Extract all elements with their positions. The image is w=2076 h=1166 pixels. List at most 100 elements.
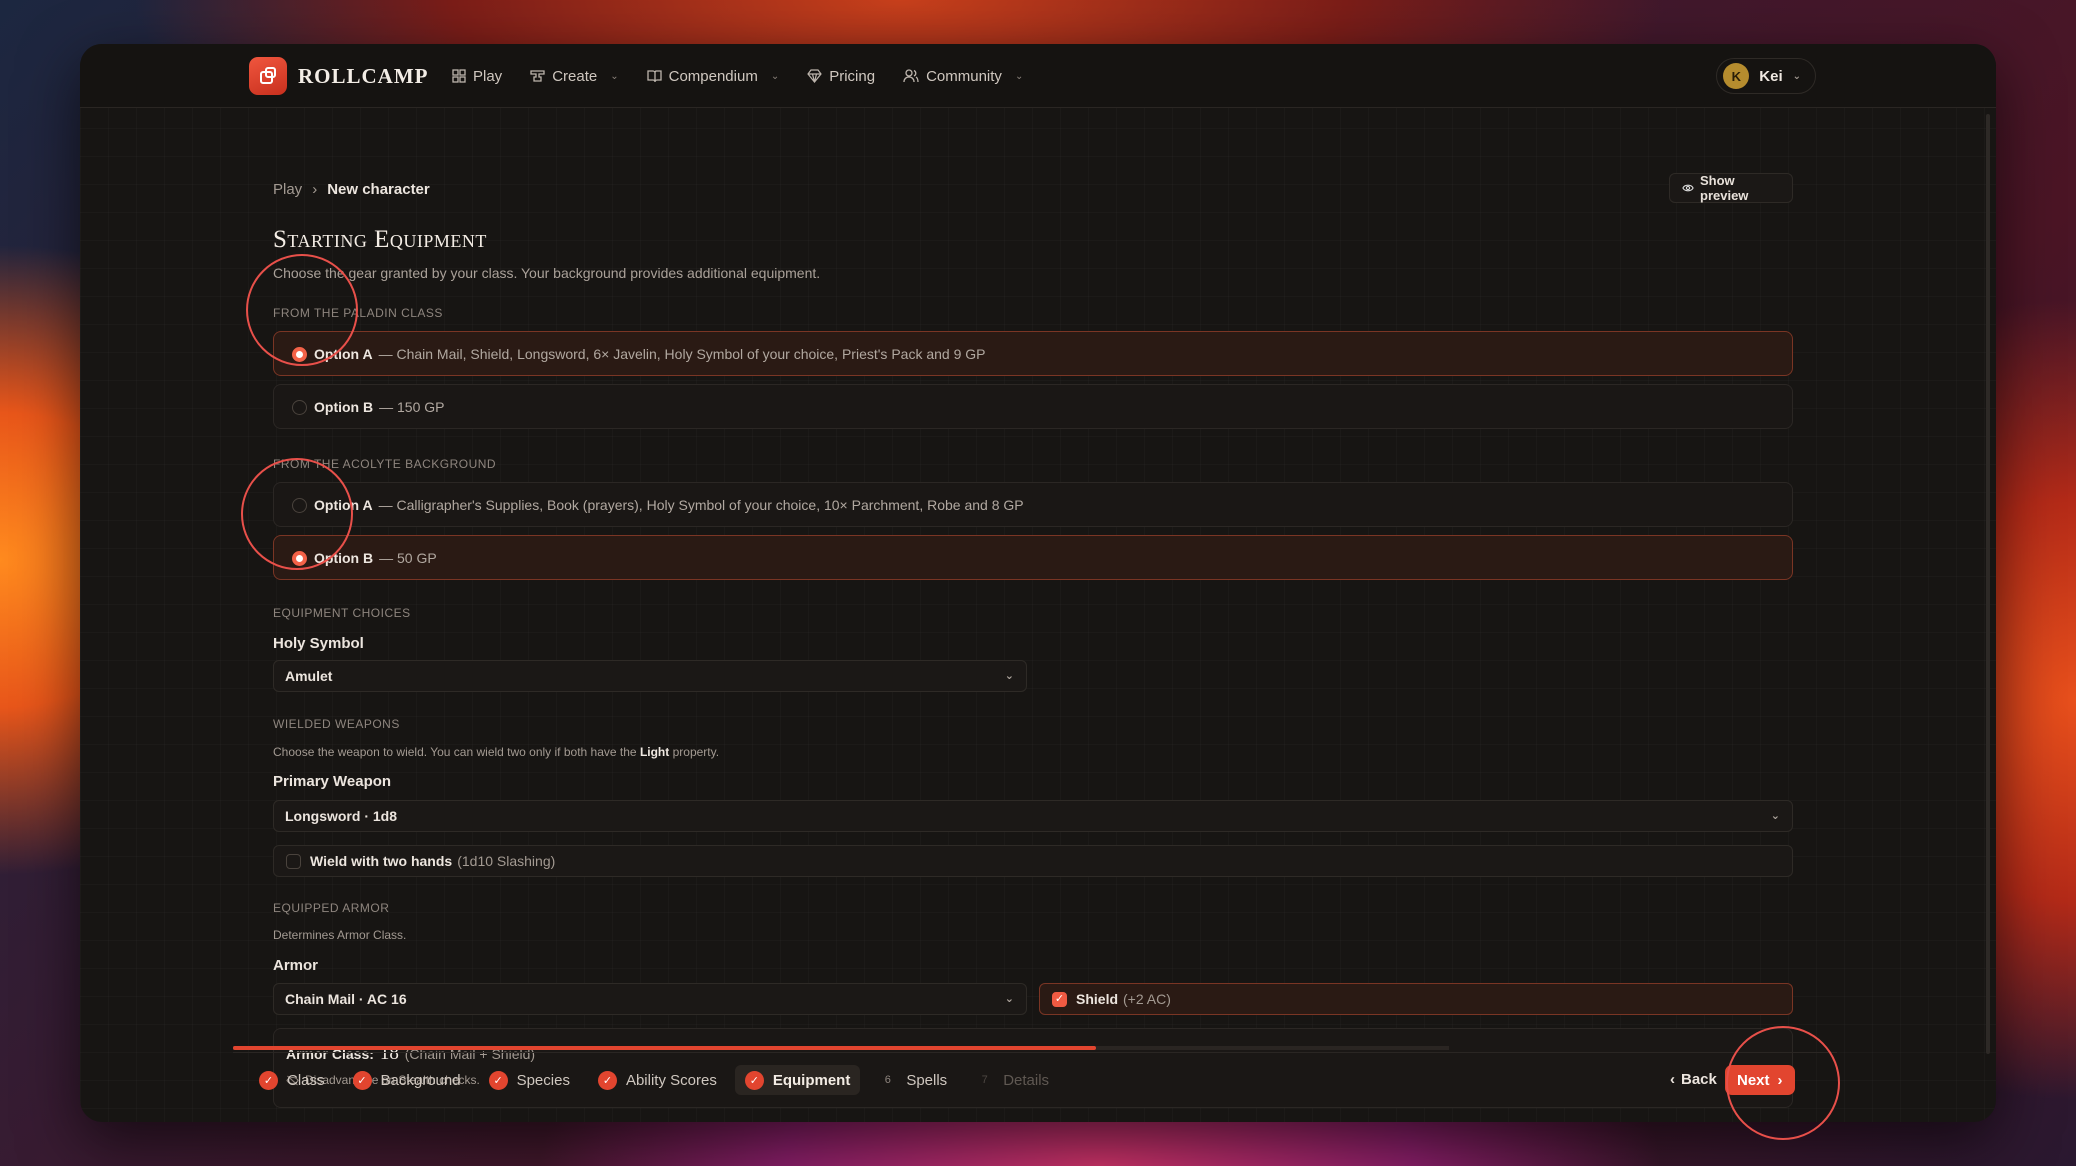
option-desc: — Calligrapher's Supplies, Book (prayers… [378,496,1024,513]
radio-selected[interactable] [292,551,307,566]
nav-play-label: Play [473,67,503,85]
option-desc: — Chain Mail, Shield, Longsword, 6× Jave… [378,345,986,362]
step-equipment[interactable]: ✓ Equipment [734,1065,861,1095]
nav-community[interactable]: Community ⌄ [903,64,1023,88]
breadcrumb-play[interactable]: Play [273,181,302,198]
class-option-a[interactable]: Option A — Chain Mail, Shield, Longsword… [273,331,1793,376]
shield-checkbox-row[interactable]: ✓ Shield (+2 AC) [1039,983,1793,1015]
background-option-a[interactable]: Option A — Calligrapher's Supplies, Book… [273,482,1793,527]
primary-weapon-label: Primary Weapon [273,773,392,790]
check-icon: ✓ [744,1070,764,1090]
nav-play[interactable]: Play [452,64,502,88]
hint-text: Choose the weapon to wield. You can wiel… [273,745,637,759]
chevron-down-icon: ⌄ [1014,70,1024,82]
step-label: Species [516,1071,570,1089]
show-preview-label: Show preview [1700,173,1749,203]
step-label: Class [287,1071,325,1089]
breadcrumb: Play › New character [273,181,430,198]
chevron-down-icon: ⌄ [770,70,780,82]
nav-compendium-label: Compendium [668,67,758,85]
primary-weapon-select[interactable]: Longsword · 1d8 ⌄ [273,800,1793,832]
weapons-hint: Choose the weapon to wield. You can wiel… [273,745,719,759]
page-title: Starting Equipment [273,226,487,253]
avatar: K [1723,63,1750,89]
show-preview-button[interactable]: Show preview [1669,173,1793,203]
nav-community-label: Community [926,67,1002,85]
background-option-b[interactable]: Option B — 50 GP [273,535,1793,580]
chevron-left-icon: ‹ [1670,1071,1675,1088]
two-hands-checkbox-row[interactable]: Wield with two hands (1d10 Slashing) [273,845,1793,877]
step-number: 6 [884,1074,891,1086]
step-label: Details [1003,1071,1050,1089]
step-number: 7 [981,1074,988,1086]
option-name: Option B [314,398,374,415]
nav-create[interactable]: Create ⌄ [530,64,619,88]
users-icon [903,69,919,83]
two-hands-label: Wield with two hands [310,853,453,869]
progress-fill [233,1046,1097,1050]
app-window: ROLLCAMP Play Create ⌄ Compendium ⌄ Pric… [80,44,1996,1122]
chevron-down-icon: ⌄ [1792,70,1801,82]
brand-name[interactable]: ROLLCAMP [298,64,429,89]
breadcrumb-current: New character [327,181,430,198]
step-label: Equipment [772,1071,851,1089]
progress-bar [233,1046,1449,1050]
equipped-armor-label: Equipped armor [273,901,390,915]
shield-detail: (+2 AC) [1123,991,1171,1007]
shield-label: Shield [1076,991,1119,1007]
step-class[interactable]: ✓ Class [249,1065,335,1095]
class-option-b[interactable]: Option B — 150 GP [273,384,1793,429]
primary-weapon-value: Longsword · 1d8 [285,808,397,824]
class-section-label: From the Paladin class [273,306,443,320]
back-label: Back [1681,1071,1717,1088]
top-navbar: ROLLCAMP Play Create ⌄ Compendium ⌄ Pric… [80,44,1996,108]
eye-icon [1682,184,1694,192]
chevron-down-icon: ⌄ [1004,670,1014,682]
chevron-down-icon: ⌄ [1004,993,1014,1005]
step-label: Background [380,1071,461,1089]
gem-icon [807,69,822,83]
option-desc: — 50 GP [379,549,437,566]
check-icon: ✓ [259,1070,278,1090]
holy-symbol-label: Holy Symbol [273,635,364,652]
chevron-right-icon: › [1777,1071,1783,1089]
holy-symbol-select[interactable]: Amulet ⌄ [273,660,1027,692]
option-name: Option A [314,496,373,513]
radio-unselected[interactable] [292,400,307,415]
nav-create-label: Create [552,67,598,85]
checkbox-checked[interactable]: ✓ [1052,992,1067,1007]
radio-unselected[interactable] [292,498,307,513]
book-icon [646,70,662,83]
radio-selected[interactable] [292,347,307,362]
breadcrumb-separator: › [312,181,318,198]
grid-icon [452,69,466,83]
step-label: Ability Scores [625,1071,717,1089]
step-details: 7 Details [965,1065,1059,1095]
nav-compendium[interactable]: Compendium ⌄ [646,64,780,88]
two-hands-detail: (1d10 Slashing) [457,853,556,869]
scrollbar[interactable] [1986,114,1990,1054]
user-menu[interactable]: K Kei ⌄ [1716,58,1816,94]
back-button[interactable]: ‹ Back [1670,1071,1717,1088]
next-label: Next [1737,1071,1770,1089]
check-icon: ✓ [597,1070,617,1090]
wielded-weapons-label: Wielded weapons [273,717,400,731]
next-button[interactable]: Next › [1725,1065,1795,1095]
user-name: Kei [1759,67,1783,85]
checkbox[interactable] [286,854,301,869]
armor-value: Chain Mail · AC 16 [285,991,407,1007]
step-label: Spells [906,1071,948,1089]
check-icon: ✓ [352,1070,372,1090]
page-subtitle: Choose the gear granted by your class. Y… [273,265,821,281]
step-species[interactable]: ✓ Species [479,1065,580,1095]
armor-select[interactable]: Chain Mail · AC 16 ⌄ [273,983,1027,1015]
nav-pricing[interactable]: Pricing [807,64,875,88]
step-spells[interactable]: 6 Spells [868,1065,957,1095]
nav-pricing-label: Pricing [829,67,876,85]
option-name: Option A [314,345,373,362]
step-background[interactable]: ✓ Background [343,1065,471,1095]
step-ability-scores[interactable]: ✓ Ability Scores [588,1065,727,1095]
main-nav: Play Create ⌄ Compendium ⌄ Pricing Commu… [452,64,1051,88]
holy-symbol-value: Amulet [285,668,333,684]
logo-dice-icon[interactable] [249,57,287,95]
